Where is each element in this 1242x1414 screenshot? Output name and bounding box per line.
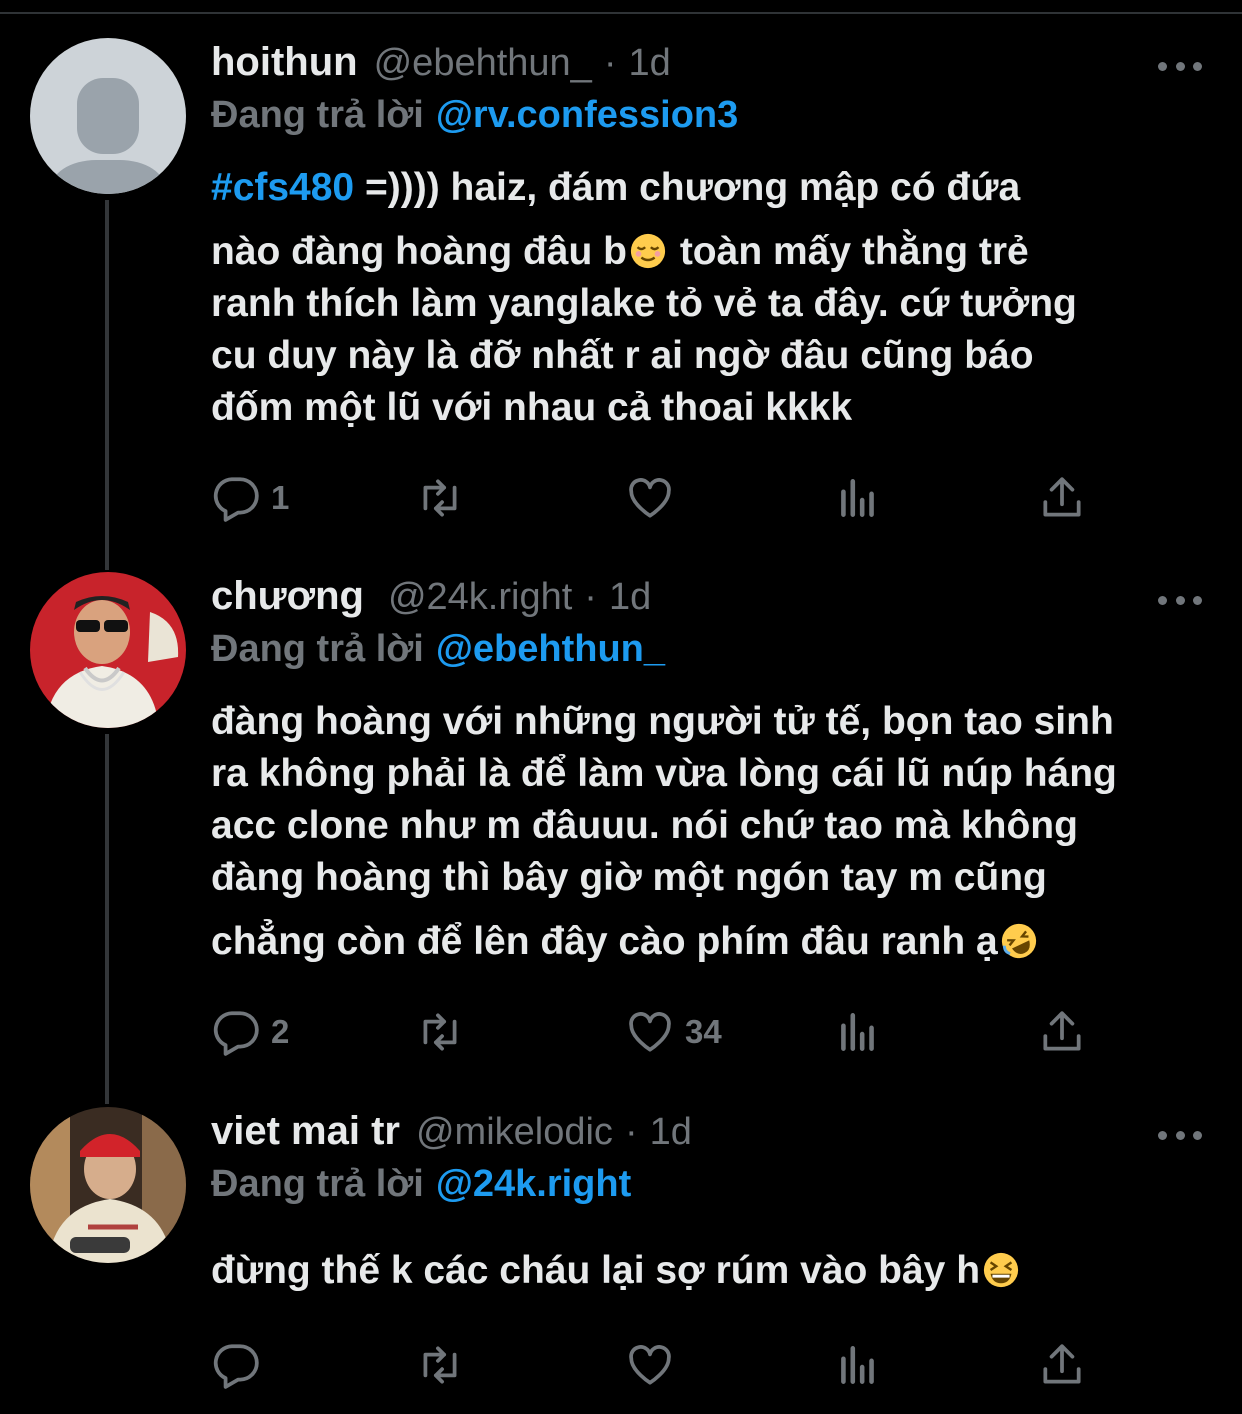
tweet-line: nào đàng hoàng đâu b <box>211 230 627 273</box>
more-icon[interactable] <box>1158 1128 1202 1142</box>
tweet-text: đừng thế k các cháu lại sợ rúm vào bây h <box>211 1245 1211 1297</box>
share-icon <box>1043 1011 1081 1051</box>
retweet-icon <box>423 479 457 517</box>
reply-button[interactable]: 2 <box>211 1002 289 1062</box>
display-name[interactable]: chương <box>211 574 364 619</box>
separator: · <box>624 1111 638 1153</box>
display-name[interactable]: viet mai tr <box>211 1109 400 1154</box>
tweet-header: viet mai tr @mikelodic · 1d <box>211 1109 692 1161</box>
user-handle[interactable]: @24k.right <box>388 576 572 619</box>
share-button[interactable] <box>1037 1335 1087 1395</box>
default-avatar[interactable] <box>30 38 186 194</box>
tweet-text: đàng hoàng với những người tử tế, bọn ta… <box>211 696 1211 968</box>
tweet-line: đàng hoàng thì bây giờ một ngón tay m cũ… <box>211 856 1047 899</box>
user-handle[interactable]: @ebehthun_ <box>374 42 592 85</box>
tweet-line: ra không phải là để làm vừa lòng cái lũ … <box>211 752 1117 795</box>
tweet[interactable]: hoithun @ebehthun_ · 1d Đang trả lời @rv.… <box>0 0 1242 560</box>
analytics-icon <box>841 1346 874 1384</box>
retweet-button[interactable] <box>415 1002 465 1062</box>
tweet[interactable]: viet mai tr @mikelodic · 1d Đang trả lời… <box>0 1095 1242 1414</box>
like-icon <box>629 1345 671 1385</box>
like-count: 34 <box>685 1013 722 1050</box>
user-handle[interactable]: @mikelodic <box>416 1111 613 1154</box>
retweet-icon <box>423 1013 457 1051</box>
analytics-icon <box>841 1013 874 1051</box>
tweet-line: ranh thích làm yanglake tỏ vẻ ta đây. cứ… <box>211 282 1077 325</box>
tweet-header: hoithun @ebehthun_ · 1d <box>211 40 671 92</box>
share-button[interactable] <box>1037 468 1087 528</box>
user-avatar[interactable] <box>30 1107 186 1263</box>
tweet-line: đốm một lũ với nhau cả thoai kkkk <box>211 386 853 429</box>
replying-label: Đang trả lời <box>211 1163 424 1205</box>
like-button[interactable] <box>625 1335 675 1395</box>
mention-link[interactable]: @rv.confession3 <box>436 94 738 136</box>
user-avatar[interactable] <box>30 572 186 728</box>
tweet-actions: 2 34 <box>211 1002 1091 1062</box>
replying-label: Đang trả lời <box>211 94 424 136</box>
share-icon <box>1043 1344 1081 1384</box>
reply-count: 1 <box>271 479 290 516</box>
tweet-line: chẳng còn để lên đây cào phím đâu ranh ạ <box>211 920 998 963</box>
separator: · <box>603 42 617 84</box>
timestamp[interactable]: 1d <box>628 42 670 85</box>
reply-icon <box>213 1344 259 1389</box>
mention-link[interactable]: @24k.right <box>436 1163 631 1205</box>
relieved-face-emoji <box>630 233 666 269</box>
reply-icon <box>213 1011 259 1056</box>
like-button[interactable]: 34 <box>625 1002 722 1062</box>
retweet-button[interactable] <box>415 1335 465 1395</box>
share-icon <box>1043 477 1081 517</box>
like-icon <box>629 478 671 518</box>
reply-button[interactable]: 1 <box>211 468 289 528</box>
more-icon[interactable] <box>1158 593 1202 607</box>
rofl-emoji <box>1001 923 1036 959</box>
tweet-line: acc clone như m đâuuu. nói chứ tao mà kh… <box>211 804 1078 847</box>
tweet-line: =)))) haiz, đám chương mập có đứa <box>354 166 1021 209</box>
retweet-icon <box>423 1346 457 1384</box>
hashtag-link[interactable]: #cfs480 <box>211 166 354 209</box>
separator: · <box>584 576 597 618</box>
tweet-line: đàng hoàng với những người tử tế, bọn ta… <box>211 700 1114 743</box>
reply-button[interactable] <box>211 1335 261 1395</box>
analytics-button[interactable] <box>833 1002 883 1062</box>
replying-to: Đang trả lời @24k.right <box>211 1163 631 1206</box>
tweet-actions: 1 <box>211 468 1091 528</box>
analytics-button[interactable] <box>833 468 883 528</box>
like-button[interactable] <box>625 468 675 528</box>
tweet-line: toàn mấy thằng trẻ <box>668 230 1029 273</box>
analytics-button[interactable] <box>833 1335 883 1395</box>
replying-to: Đang trả lời @rv.confession3 <box>211 94 738 137</box>
tweet-header: chương @24k.right · 1d <box>211 574 651 626</box>
tweet-line: cu duy này là đỡ nhất r ai ngờ đâu cũng … <box>211 334 1034 377</box>
grinning-squint-emoji <box>983 1252 1019 1288</box>
tweet-line: đừng thế k các cháu lại sợ rúm vào bây h <box>211 1249 981 1292</box>
tweet-actions <box>211 1335 1091 1395</box>
timestamp[interactable]: 1d <box>650 1111 692 1154</box>
like-icon <box>629 1012 671 1052</box>
reply-icon <box>213 477 259 522</box>
mention-link[interactable]: @ebehthun_ <box>436 628 665 670</box>
retweet-button[interactable] <box>415 468 465 528</box>
tweet-text: #cfs480 =)))) haiz, đám chương mập có đứ… <box>211 162 1211 434</box>
display-name[interactable]: hoithun <box>211 40 358 85</box>
more-icon[interactable] <box>1158 59 1202 73</box>
replying-to: Đang trả lời @ebehthun_ <box>211 628 665 671</box>
reply-count: 2 <box>271 1013 290 1050</box>
analytics-icon <box>841 479 874 517</box>
tweet[interactable]: chương @24k.right · 1d Đang trả lời @ebeh… <box>0 560 1242 1095</box>
timestamp[interactable]: 1d <box>609 576 651 619</box>
replying-label: Đang trả lời <box>211 628 424 670</box>
share-button[interactable] <box>1037 1002 1087 1062</box>
